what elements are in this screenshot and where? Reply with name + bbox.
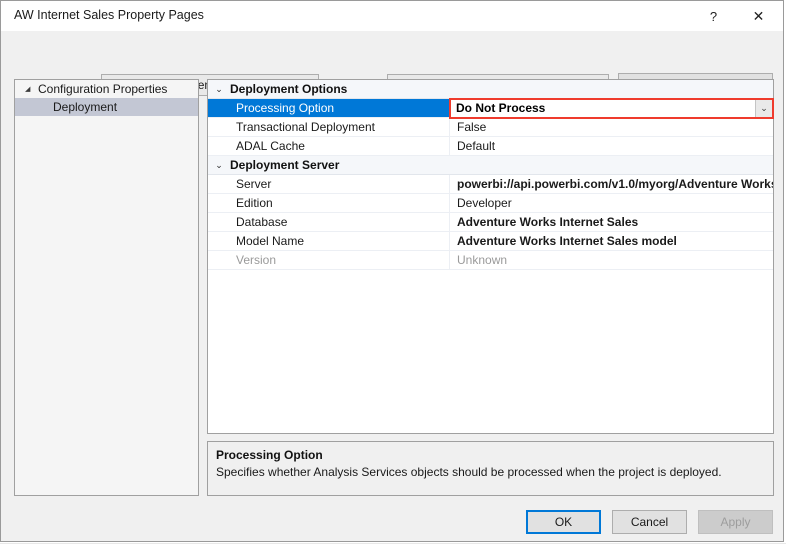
title-bar: AW Internet Sales Property Pages ? ✕ — [1, 1, 783, 31]
property-row-version: Version Unknown — [208, 251, 773, 270]
property-row-processing-option[interactable]: Processing Option Do Not Process ⌄ — [208, 99, 773, 118]
chevron-down-icon[interactable]: ⌄ — [208, 84, 230, 94]
property-row-transactional-deployment[interactable]: Transactional Deployment False — [208, 118, 773, 137]
property-value[interactable]: Adventure Works Internet Sales model — [450, 232, 773, 250]
expander-collapse-icon[interactable]: ◢ — [25, 86, 38, 93]
category-label: Deployment Options — [230, 82, 348, 96]
property-row-server[interactable]: Server powerbi://api.powerbi.com/v1.0/my… — [208, 175, 773, 194]
description-panel: Processing Option Specifies whether Anal… — [207, 441, 774, 496]
property-name: Version — [208, 251, 450, 269]
description-text: Specifies whether Analysis Services obje… — [216, 465, 722, 479]
processing-option-value: Do Not Process — [456, 101, 546, 115]
description-title: Processing Option — [216, 448, 323, 462]
apply-button: Apply — [698, 510, 773, 534]
property-category-header[interactable]: ⌄ Deployment Server — [208, 156, 773, 175]
help-button[interactable]: ? — [691, 1, 736, 31]
property-name: ADAL Cache — [208, 137, 450, 155]
tree-item-configuration-properties[interactable]: ◢ Configuration Properties — [15, 80, 198, 98]
property-name: Model Name — [208, 232, 450, 250]
property-row-database[interactable]: Database Adventure Works Internet Sales — [208, 213, 773, 232]
property-name: Database — [208, 213, 450, 231]
property-row-model-name[interactable]: Model Name Adventure Works Internet Sale… — [208, 232, 773, 251]
property-value-editor[interactable]: Do Not Process ⌄ — [450, 99, 773, 117]
property-value[interactable]: Developer — [450, 194, 773, 212]
property-value: Unknown — [457, 253, 508, 267]
tree-item-label: Deployment — [53, 100, 118, 114]
property-value[interactable]: False — [450, 118, 773, 136]
property-name: Edition — [208, 194, 450, 212]
property-pages-dialog: AW Internet Sales Property Pages ? ✕ Con… — [0, 0, 784, 542]
cancel-button[interactable]: Cancel — [612, 510, 687, 534]
window-title: AW Internet Sales Property Pages — [14, 8, 204, 22]
tree-item-label: Configuration Properties — [38, 82, 168, 96]
property-name: Transactional Deployment — [208, 118, 450, 136]
chevron-down-icon[interactable]: ⌄ — [208, 160, 230, 170]
property-name: Server — [208, 175, 450, 193]
chevron-down-icon[interactable]: ⌄ — [755, 99, 772, 117]
close-icon: ✕ — [752, 8, 765, 24]
tree-item-deployment[interactable]: Deployment — [15, 98, 198, 116]
question-mark-icon: ? — [709, 8, 718, 24]
configuration-bar: Configuration: Active(Development) ⌄ Pla… — [1, 31, 783, 97]
category-label: Deployment Server — [230, 158, 340, 172]
property-value[interactable]: Adventure Works Internet Sales — [450, 213, 773, 231]
processing-option-dropdown[interactable]: Do Not Process ⌄ — [450, 99, 773, 117]
property-category-header[interactable]: ⌄ Deployment Options — [208, 80, 773, 99]
property-row-edition[interactable]: Edition Developer — [208, 194, 773, 213]
property-row-adal-cache[interactable]: ADAL Cache Default — [208, 137, 773, 156]
configuration-tree: ◢ Configuration Properties Deployment — [14, 79, 199, 496]
property-value[interactable]: Default — [450, 137, 773, 155]
ok-button[interactable]: OK — [526, 510, 601, 534]
property-value[interactable]: powerbi://api.powerbi.com/v1.0/myorg/Adv… — [450, 175, 773, 193]
property-name: Processing Option — [208, 99, 450, 117]
property-grid: ⌄ Deployment Options Processing Option D… — [207, 79, 774, 434]
close-button[interactable]: ✕ — [736, 1, 781, 31]
